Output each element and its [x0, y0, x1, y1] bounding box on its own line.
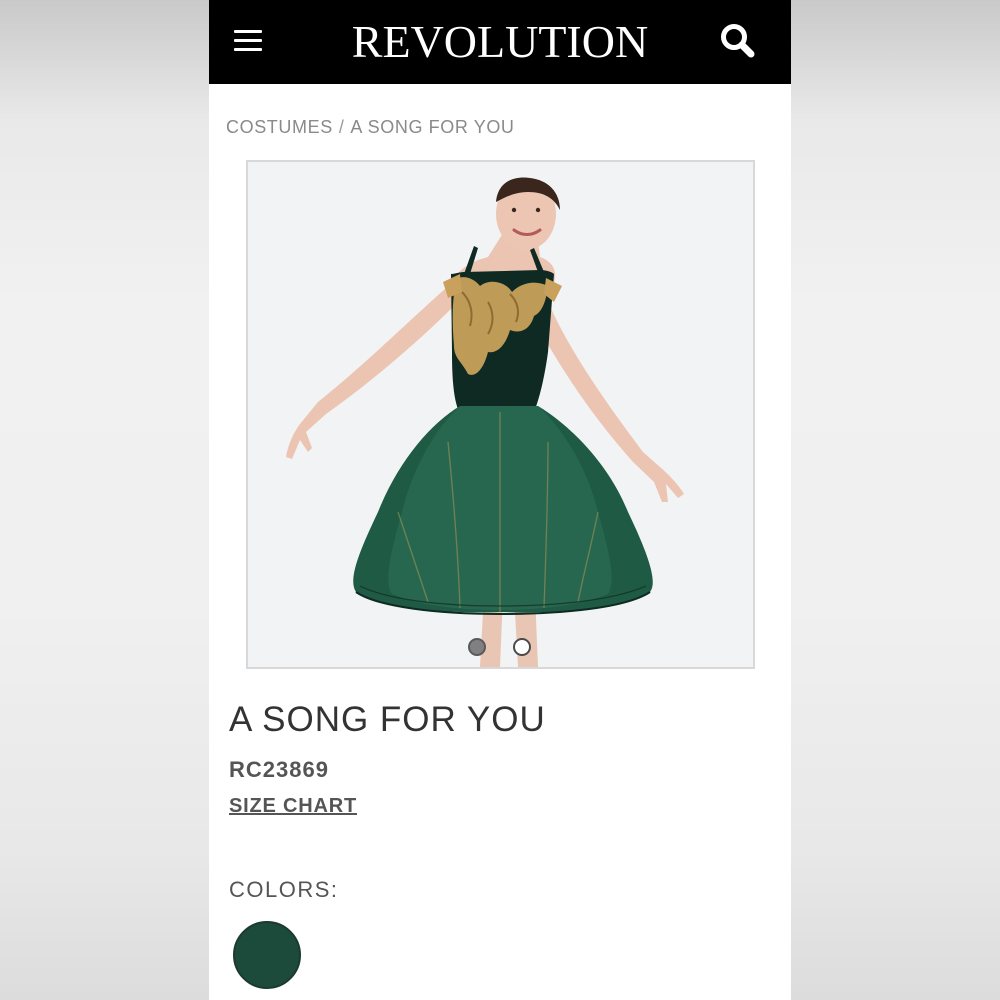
- carousel-dot-1[interactable]: [468, 638, 486, 656]
- product-title: A SONG FOR YOU: [229, 700, 546, 739]
- carousel-dots: [248, 638, 753, 660]
- product-sku: RC23869: [229, 757, 329, 782]
- carousel-dot-2[interactable]: [513, 638, 531, 656]
- breadcrumb-costumes-link[interactable]: COSTUMES: [226, 117, 333, 137]
- size-chart-link[interactable]: SIZE CHART: [229, 795, 357, 818]
- top-nav-bar: REVOLUTION: [209, 0, 791, 84]
- search-icon[interactable]: [717, 20, 761, 64]
- breadcrumb: COSTUMES / A SONG FOR YOU: [226, 117, 515, 138]
- phone-screen: REVOLUTION COSTUMES / A SONG FOR YOU A S…: [209, 0, 791, 1000]
- breadcrumb-separator: /: [338, 117, 345, 137]
- product-photo: [248, 162, 753, 667]
- brand-logo[interactable]: REVOLUTION: [209, 14, 791, 70]
- product-image-gallery[interactable]: [246, 160, 755, 669]
- color-swatch-green[interactable]: [233, 921, 301, 989]
- colors-label: COLORS:: [229, 877, 339, 902]
- breadcrumb-current-page: A SONG FOR YOU: [350, 117, 515, 137]
